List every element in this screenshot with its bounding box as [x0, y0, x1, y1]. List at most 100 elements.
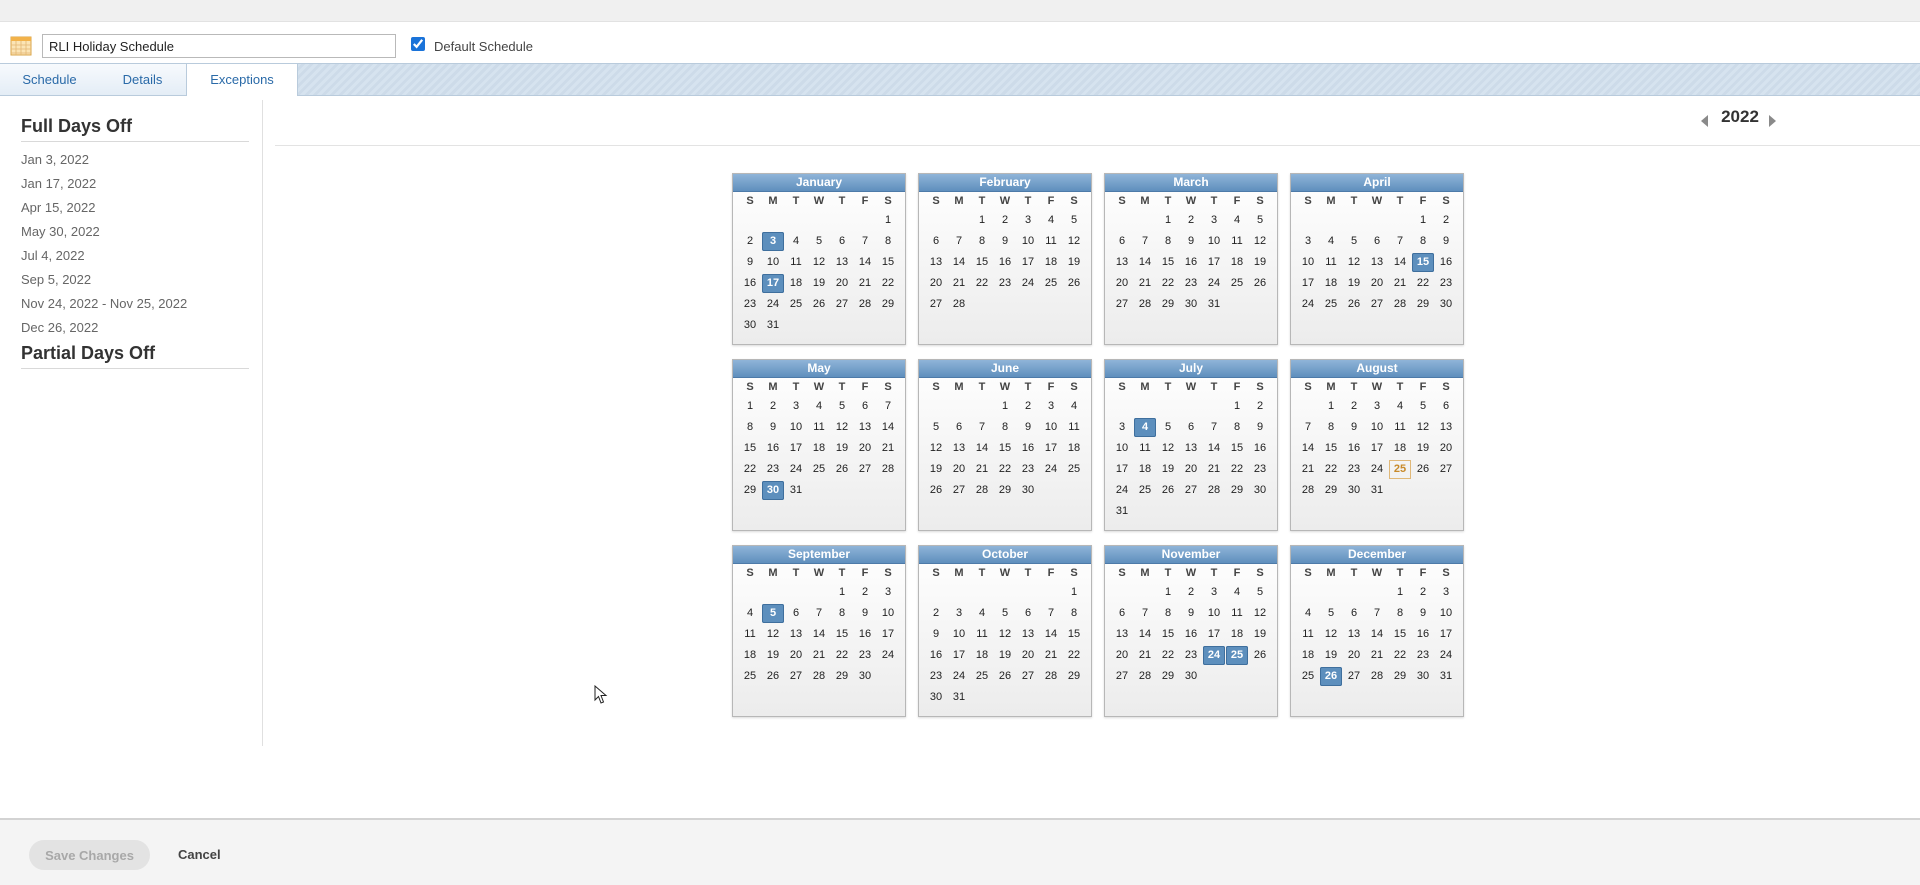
calendar-day[interactable]: 27	[785, 667, 807, 686]
calendar-day[interactable]: 29	[1226, 481, 1248, 500]
calendar-day[interactable]: 22	[831, 646, 853, 665]
calendar-day[interactable]: 14	[1040, 625, 1062, 644]
calendar-day[interactable]: 24	[1435, 646, 1457, 665]
calendar-day[interactable]: 9	[1180, 604, 1202, 623]
calendar-day[interactable]: 12	[1249, 232, 1271, 251]
calendar-day[interactable]: 15	[831, 625, 853, 644]
calendar-day[interactable]: 24	[1203, 646, 1225, 665]
calendar-day[interactable]: 10	[762, 253, 784, 272]
calendar-day[interactable]: 16	[1343, 439, 1365, 458]
calendar-day[interactable]: 28	[808, 667, 830, 686]
calendar-day[interactable]: 20	[1017, 646, 1039, 665]
calendar-day[interactable]: 11	[1320, 253, 1342, 272]
calendar-day[interactable]: 2	[1412, 583, 1434, 602]
calendar-day[interactable]: 7	[1297, 418, 1319, 437]
calendar-day[interactable]: 9	[1249, 418, 1271, 437]
calendar-day[interactable]: 29	[739, 481, 761, 500]
calendar-day[interactable]: 5	[1063, 211, 1085, 230]
calendar-day[interactable]: 19	[808, 274, 830, 293]
calendar-day[interactable]: 20	[1366, 274, 1388, 293]
calendar-day[interactable]: 21	[1389, 274, 1411, 293]
calendar-day[interactable]: 6	[925, 232, 947, 251]
calendar-day[interactable]: 24	[1366, 460, 1388, 479]
calendar-day[interactable]: 11	[1040, 232, 1062, 251]
calendar-day[interactable]: 10	[1203, 232, 1225, 251]
calendar-day[interactable]: 16	[1412, 625, 1434, 644]
calendar-day[interactable]: 11	[1389, 418, 1411, 437]
calendar-day[interactable]: 17	[1017, 253, 1039, 272]
calendar-day[interactable]: 2	[762, 397, 784, 416]
calendar-day[interactable]: 26	[831, 460, 853, 479]
calendar-day[interactable]: 28	[1389, 295, 1411, 314]
calendar-day[interactable]: 14	[948, 253, 970, 272]
calendar-day[interactable]: 9	[1343, 418, 1365, 437]
default-schedule-checkbox[interactable]	[411, 37, 425, 51]
calendar-day[interactable]: 3	[1366, 397, 1388, 416]
calendar-day[interactable]: 7	[1134, 604, 1156, 623]
calendar-day[interactable]: 18	[739, 646, 761, 665]
full-day-item[interactable]: Nov 24, 2022 - Nov 25, 2022	[21, 296, 187, 311]
calendar-day[interactable]: 25	[1389, 460, 1411, 479]
calendar-day[interactable]: 20	[925, 274, 947, 293]
calendar-day[interactable]: 24	[1017, 274, 1039, 293]
calendar-day[interactable]: 30	[1249, 481, 1271, 500]
calendar-day[interactable]: 18	[1226, 253, 1248, 272]
calendar-day[interactable]: 2	[739, 232, 761, 251]
calendar-day[interactable]: 20	[831, 274, 853, 293]
calendar-day[interactable]: 14	[1366, 625, 1388, 644]
calendar-day[interactable]: 1	[1320, 397, 1342, 416]
calendar-day[interactable]: 12	[831, 418, 853, 437]
calendar-day[interactable]: 21	[948, 274, 970, 293]
calendar-day[interactable]: 12	[1343, 253, 1365, 272]
calendar-day[interactable]: 15	[1157, 253, 1179, 272]
calendar-day[interactable]: 10	[1111, 439, 1133, 458]
calendar-day[interactable]: 27	[831, 295, 853, 314]
calendar-day[interactable]: 13	[925, 253, 947, 272]
calendar-day[interactable]: 30	[1412, 667, 1434, 686]
calendar-day[interactable]: 21	[1366, 646, 1388, 665]
calendar-day[interactable]: 15	[1157, 625, 1179, 644]
calendar-day[interactable]: 31	[948, 688, 970, 707]
calendar-day[interactable]: 23	[739, 295, 761, 314]
calendar-day[interactable]: 30	[925, 688, 947, 707]
calendar-day[interactable]: 29	[1157, 667, 1179, 686]
calendar-day[interactable]: 23	[1017, 460, 1039, 479]
calendar-day[interactable]: 23	[994, 274, 1016, 293]
calendar-day[interactable]: 10	[1203, 604, 1225, 623]
calendar-day[interactable]: 20	[948, 460, 970, 479]
calendar-day[interactable]: 7	[808, 604, 830, 623]
calendar-day[interactable]: 10	[877, 604, 899, 623]
calendar-day[interactable]: 5	[1157, 418, 1179, 437]
calendar-day[interactable]: 31	[1366, 481, 1388, 500]
calendar-day[interactable]: 10	[1435, 604, 1457, 623]
calendar-day[interactable]: 12	[808, 253, 830, 272]
calendar-day[interactable]: 31	[762, 316, 784, 335]
calendar-day[interactable]: 5	[1249, 583, 1271, 602]
full-day-item[interactable]: Sep 5, 2022	[21, 272, 91, 287]
calendar-day[interactable]: 20	[1111, 646, 1133, 665]
calendar-day[interactable]: 20	[854, 439, 876, 458]
calendar-day[interactable]: 28	[877, 460, 899, 479]
calendar-day[interactable]: 3	[1203, 211, 1225, 230]
calendar-day[interactable]: 18	[785, 274, 807, 293]
calendar-day[interactable]: 21	[1040, 646, 1062, 665]
calendar-day[interactable]: 1	[1063, 583, 1085, 602]
calendar-day[interactable]: 22	[1412, 274, 1434, 293]
calendar-day[interactable]: 15	[739, 439, 761, 458]
calendar-day[interactable]: 4	[1226, 211, 1248, 230]
calendar-day[interactable]: 6	[785, 604, 807, 623]
calendar-day[interactable]: 14	[808, 625, 830, 644]
calendar-day[interactable]: 3	[1111, 418, 1133, 437]
calendar-day[interactable]: 20	[1435, 439, 1457, 458]
calendar-day[interactable]: 27	[1180, 481, 1202, 500]
full-day-item[interactable]: Jan 3, 2022	[21, 152, 89, 167]
calendar-day[interactable]: 30	[1343, 481, 1365, 500]
calendar-day[interactable]: 7	[948, 232, 970, 251]
calendar-day[interactable]: 23	[1249, 460, 1271, 479]
calendar-day[interactable]: 2	[994, 211, 1016, 230]
calendar-day[interactable]: 23	[1180, 646, 1202, 665]
calendar-day[interactable]: 1	[994, 397, 1016, 416]
calendar-day[interactable]: 8	[1226, 418, 1248, 437]
calendar-day[interactable]: 16	[1180, 253, 1202, 272]
calendar-day[interactable]: 9	[739, 253, 761, 272]
